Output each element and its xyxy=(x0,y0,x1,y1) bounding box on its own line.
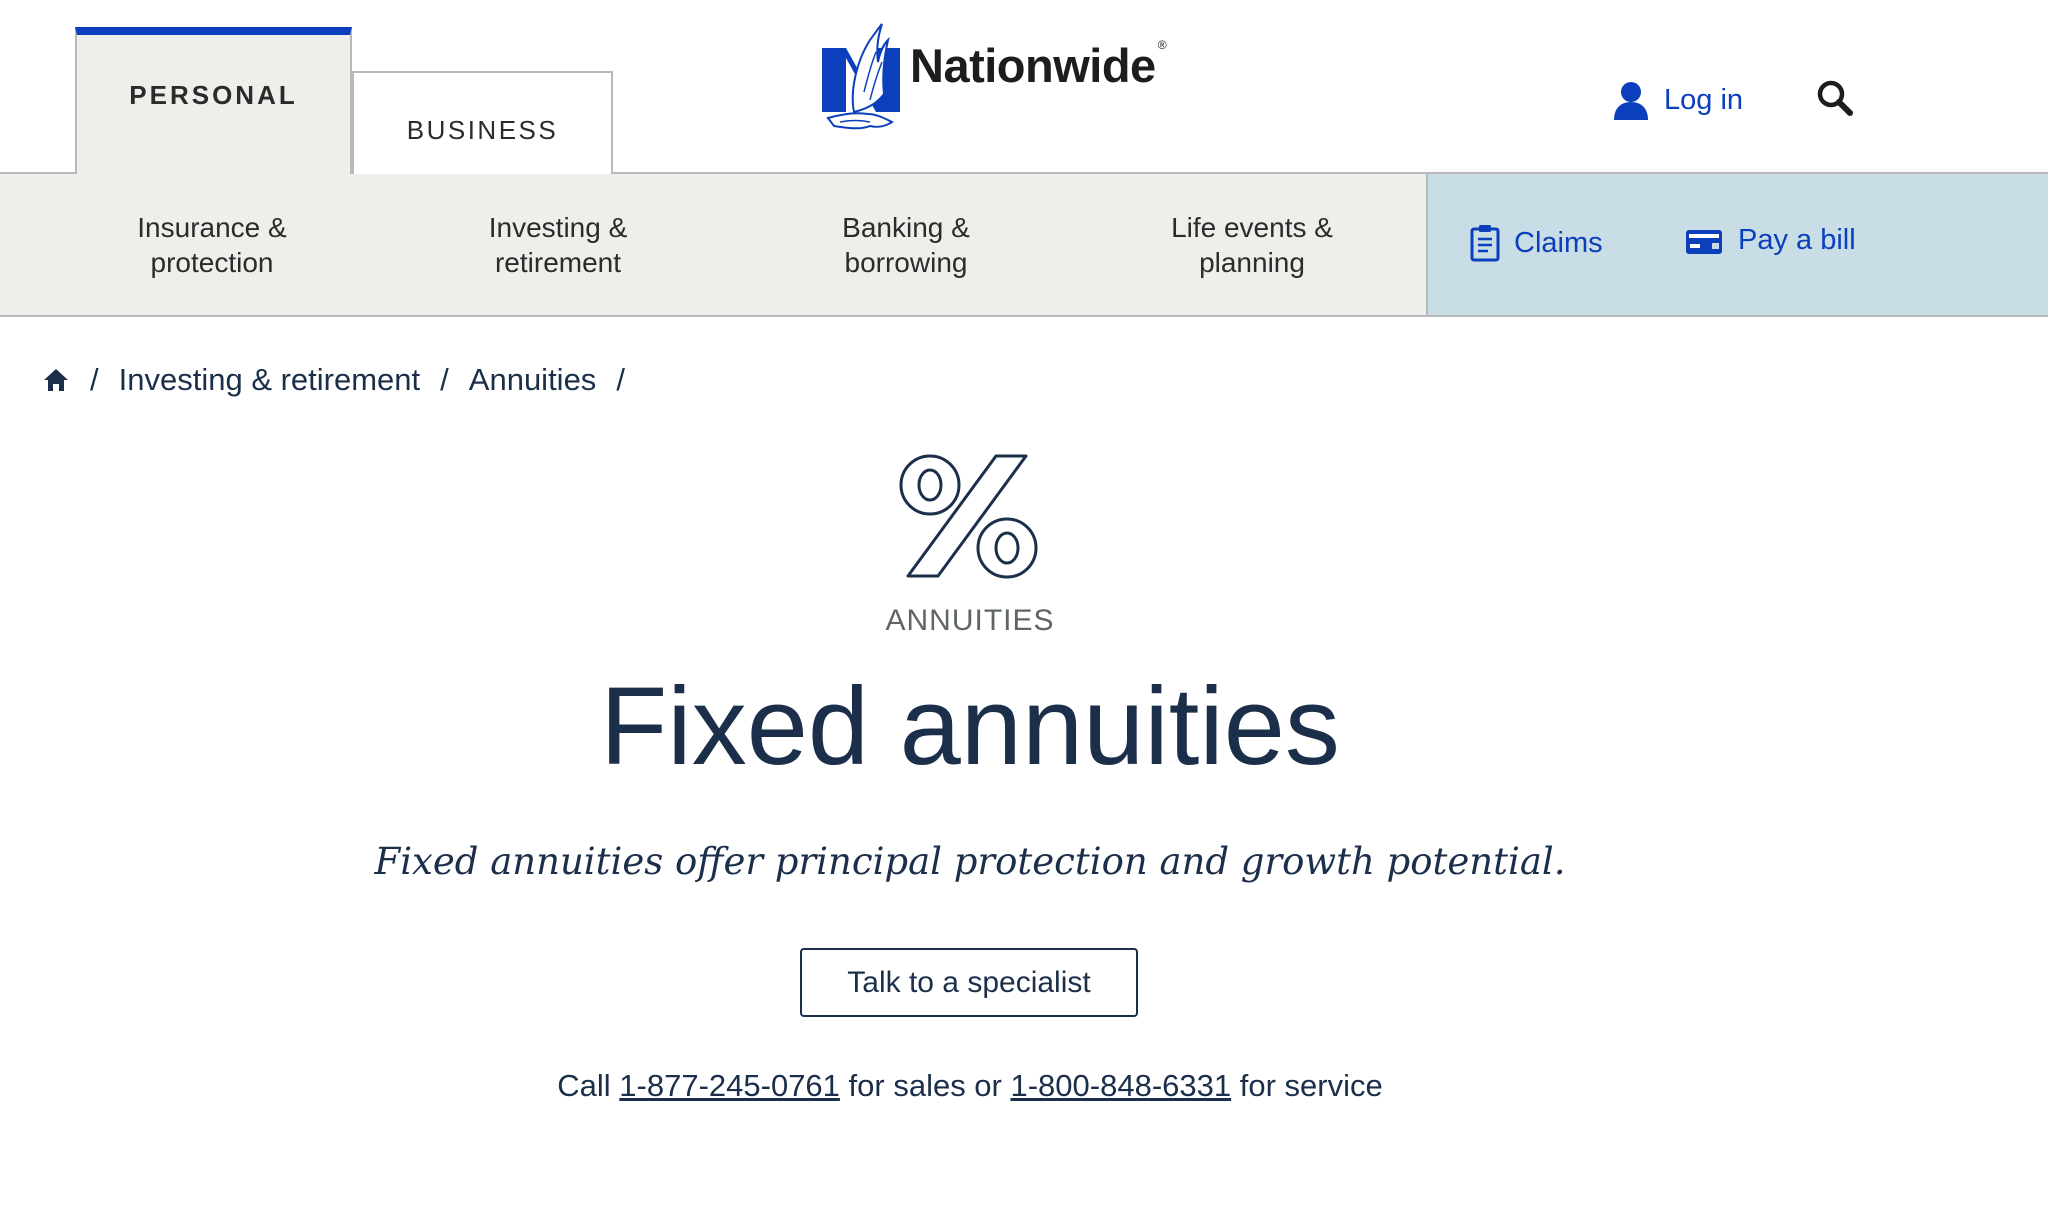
claims-label: Claims xyxy=(1514,226,1603,259)
breadcrumb-separator: / xyxy=(616,362,625,397)
logo-text: Nationwide xyxy=(910,38,1156,92)
clipboard-icon xyxy=(1470,225,1500,262)
top-header: PERSONAL BUSINESS Nationwide ® Log in xyxy=(0,0,2048,174)
nav-label-line: borrowing xyxy=(844,246,968,278)
nav-life-events-planning-text: Life events & planning xyxy=(1171,210,1333,280)
nav-label-line: Investing & xyxy=(488,211,628,243)
breadcrumb-annuities[interactable]: Annuities xyxy=(469,362,597,398)
call-line: Call 1-877-245-0761 for sales or 1-800-8… xyxy=(0,1068,1940,1104)
call-suffix: for service xyxy=(1231,1068,1383,1103)
tab-business-label: BUSINESS xyxy=(406,115,559,145)
pay-a-bill-label: Pay a bill xyxy=(1738,224,1856,256)
nationwide-logo[interactable]: Nationwide ® xyxy=(820,22,1167,134)
breadcrumb-separator: / xyxy=(440,362,449,397)
nav-life-events-planning[interactable]: Life events & planning xyxy=(1112,174,1392,315)
page-subtitle: Fixed annuities offer principal protecti… xyxy=(374,840,1566,883)
tab-business[interactable]: BUSINESS xyxy=(352,71,613,174)
registered-mark: ® xyxy=(1157,37,1167,52)
tab-personal-label: PERSONAL xyxy=(129,80,298,110)
search-icon[interactable] xyxy=(1815,78,1855,118)
service-phone-link[interactable]: 1-800-848-6331 xyxy=(1010,1068,1231,1103)
percent-icon xyxy=(899,454,1038,579)
call-middle: for sales or xyxy=(839,1068,1011,1103)
breadcrumb-separator: / xyxy=(90,362,99,397)
nav-insurance-protection-text: Insurance & protection xyxy=(137,210,286,280)
nav-insurance-protection[interactable]: Insurance & protection xyxy=(72,174,352,315)
category-eyebrow: ANNUITIES xyxy=(885,604,1055,637)
tab-personal[interactable]: PERSONAL xyxy=(75,27,352,174)
pay-a-bill-link[interactable]: Pay a bill xyxy=(1684,224,1856,257)
eagle-logo-icon xyxy=(822,23,900,130)
page-title: Fixed annuities xyxy=(600,665,1340,788)
call-prefix: Call xyxy=(557,1068,620,1103)
nav-label-line: planning xyxy=(1199,246,1305,278)
login-link[interactable]: Log in xyxy=(1612,80,1743,120)
main-nav: Insurance & protection Investing & retir… xyxy=(0,174,2048,317)
nav-label-line: Insurance & xyxy=(137,211,287,243)
login-label: Log in xyxy=(1664,83,1744,116)
quick-links: Claims Pay a bill xyxy=(1426,174,2048,315)
talk-to-specialist-button[interactable]: Talk to a specialist xyxy=(800,948,1138,1017)
user-icon xyxy=(1614,82,1648,120)
talk-to-specialist-label: Talk to a specialist xyxy=(847,965,1091,999)
nav-investing-retirement-text: Investing & retirement xyxy=(489,210,628,280)
nav-label-line: Life events & xyxy=(1171,211,1333,243)
nav-label-line: retirement xyxy=(494,246,622,278)
claims-link[interactable]: Claims xyxy=(1470,224,1603,262)
nav-investing-retirement[interactable]: Investing & retirement xyxy=(418,174,698,315)
home-icon[interactable] xyxy=(42,366,70,394)
nav-banking-borrowing-text: Banking & borrowing xyxy=(842,210,970,280)
nav-label-line: protection xyxy=(150,246,274,278)
logo-wordmark: Nationwide ® xyxy=(910,37,1167,93)
breadcrumb: / Investing & retirement / Annuities / xyxy=(42,362,645,398)
nav-label-line: Banking & xyxy=(842,211,970,243)
breadcrumb-investing-retirement[interactable]: Investing & retirement xyxy=(119,362,421,398)
wallet-icon xyxy=(1686,229,1722,254)
sales-phone-link[interactable]: 1-877-245-0761 xyxy=(619,1068,840,1103)
nav-banking-borrowing[interactable]: Banking & borrowing xyxy=(766,174,1046,315)
